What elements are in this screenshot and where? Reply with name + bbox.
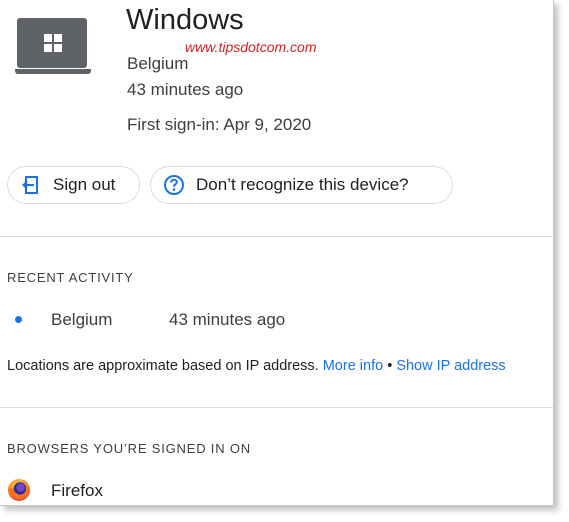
browsers-heading: BROWSERS YOU’RE SIGNED IN ON: [7, 441, 251, 456]
show-ip-address-link[interactable]: Show IP address: [396, 358, 505, 374]
sign-out-icon: [22, 176, 38, 194]
divider: [0, 407, 553, 408]
firefox-icon: [8, 479, 30, 501]
help-circle-icon: [164, 175, 184, 195]
location-note-text: Locations are approximate based on IP ad…: [7, 358, 319, 374]
recent-activity-heading: RECENT ACTIVITY: [7, 270, 134, 285]
windows-laptop-icon: [15, 18, 91, 76]
dont-recognize-device-button[interactable]: Don’t recognize this device?: [150, 166, 453, 204]
sign-out-button[interactable]: Sign out: [7, 166, 140, 204]
device-last-seen: 43 minutes ago: [127, 80, 244, 99]
more-info-link[interactable]: More info: [323, 358, 383, 374]
browser-name: Firefox: [51, 481, 103, 500]
device-title: Windows: [126, 4, 244, 36]
dont-recognize-label: Don’t recognize this device?: [196, 175, 409, 194]
location-note: Locations are approximate based on IP ad…: [7, 358, 506, 374]
activity-dot: [15, 316, 22, 323]
divider: [0, 236, 553, 237]
device-details-panel: Windows www.tipsdotcom.com Belgium 43 mi…: [0, 0, 554, 506]
activity-time: 43 minutes ago: [169, 310, 286, 329]
first-signin: First sign-in: Apr 9, 2020: [127, 115, 312, 134]
activity-location: Belgium: [51, 310, 113, 329]
link-separator: •: [387, 358, 393, 374]
sign-out-label: Sign out: [53, 175, 116, 194]
device-location: Belgium: [127, 54, 189, 73]
watermark: www.tipsdotcom.com: [185, 39, 317, 55]
